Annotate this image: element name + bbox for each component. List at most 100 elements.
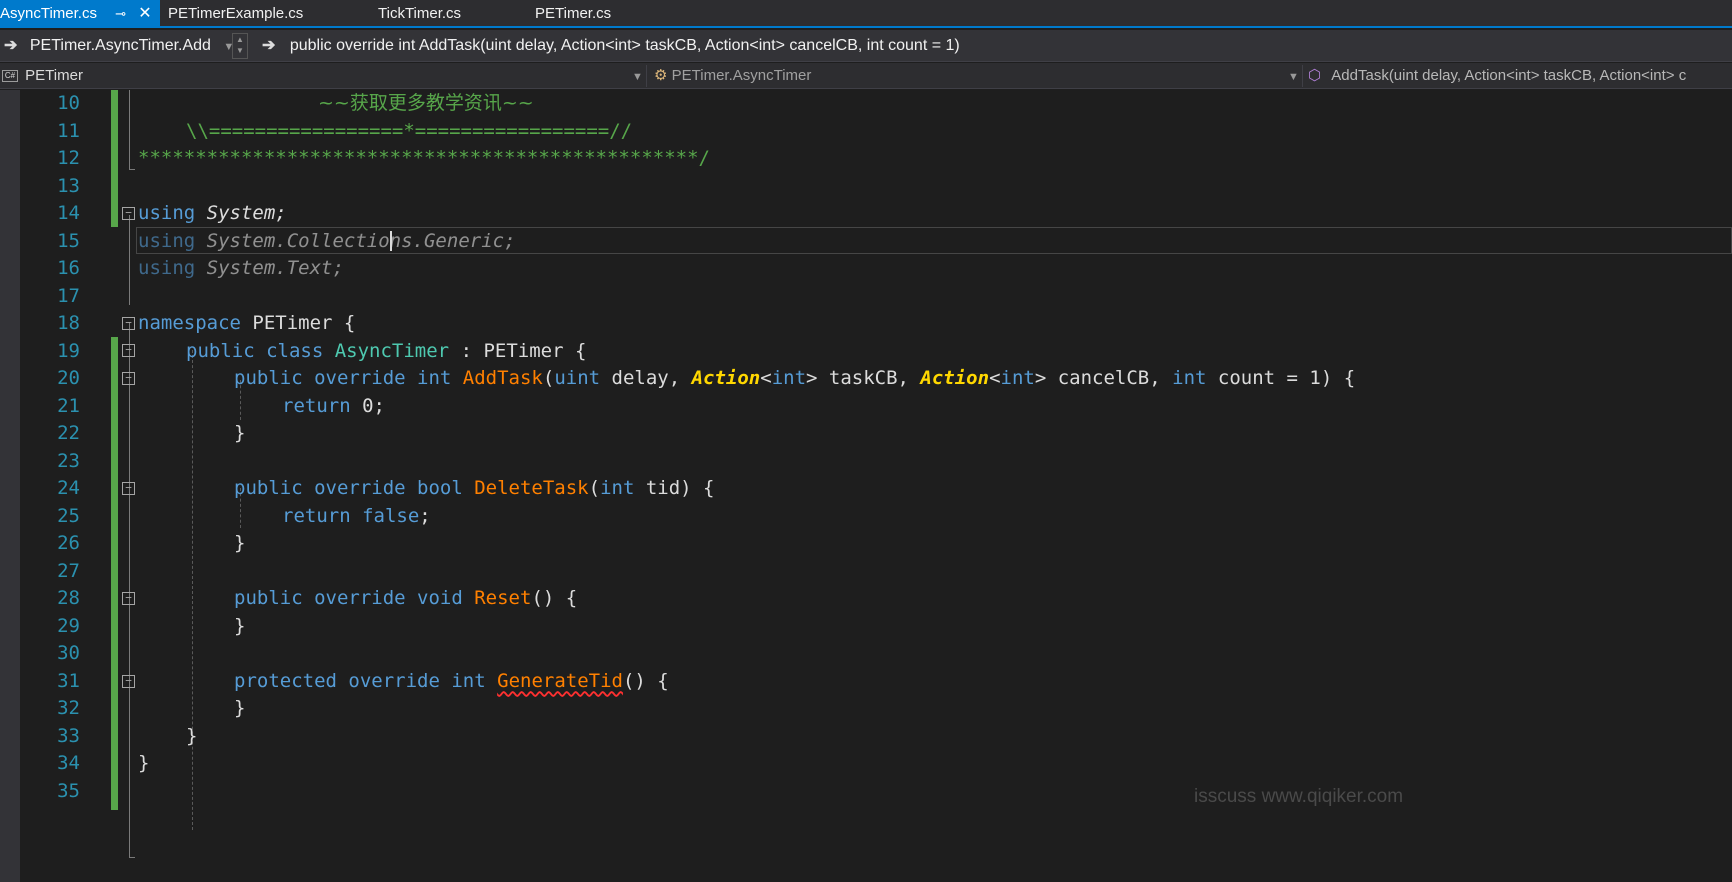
keyword: false <box>362 504 420 527</box>
pin-icon[interactable]: ⊸ <box>115 0 126 28</box>
tab-label: AsyncTimer.cs <box>0 5 97 22</box>
code-text: () { <box>622 669 669 692</box>
tab-asynctimer[interactable]: AsyncTimer.cs ⊸ ✕ <box>0 0 160 28</box>
close-icon[interactable]: ✕ <box>138 0 151 28</box>
comment-text: \\=================*=================// <box>186 119 633 142</box>
arrow-right-icon: ➔ <box>4 37 18 54</box>
line-number: 25 <box>57 504 80 527</box>
separator <box>646 65 647 87</box>
type-label: PETimer.AsyncTimer <box>671 67 812 84</box>
code-line: public class AsyncTimer : PETimer { <box>186 338 586 366</box>
code-text: } <box>234 422 246 444</box>
line-number: 11 <box>57 119 80 142</box>
tab-ticktimer[interactable]: TickTimer.cs <box>372 0 522 28</box>
code-text: } <box>138 752 150 774</box>
csharp-file-icon: C# <box>2 70 18 83</box>
code-text: ( <box>588 477 601 499</box>
chevron-down-icon[interactable]: ▼ <box>632 71 643 83</box>
type-dropdown[interactable]: ⚙ PETimer.AsyncTimer <box>654 63 811 89</box>
member-label: AddTask(uint delay, Action<int> taskCB, … <box>1331 67 1687 84</box>
code-text: } <box>234 532 246 554</box>
line-number: 15 <box>57 229 80 252</box>
code-line: \\=================*=================// <box>186 118 632 146</box>
line-number: 29 <box>57 614 80 637</box>
code-text: > taskCB, <box>806 367 921 389</box>
collapse-icon[interactable]: − <box>122 207 135 220</box>
up-down-scroll-icon[interactable]: ▲ ▼ <box>232 33 248 59</box>
collapse-icon[interactable]: − <box>122 482 135 495</box>
method-name: AddTask <box>462 367 543 389</box>
code-line: ****************************************… <box>138 145 710 173</box>
line-number: 28 <box>57 587 80 609</box>
comment-text: ~~获取更多教学资讯~~ <box>318 92 534 114</box>
member-dropdown[interactable]: ⬡ AddTask(uint delay, Action<int> taskCB… <box>1308 63 1686 89</box>
line-number: 10 <box>57 92 80 114</box>
line-number: 21 <box>57 394 80 417</box>
line-number: 31 <box>57 669 80 692</box>
document-tab-strip: AsyncTimer.cs ⊸ ✕ PETimerExample.cs Tick… <box>0 0 1732 28</box>
code-line: return false; <box>282 503 431 531</box>
code-text: > cancelCB, <box>1034 367 1173 389</box>
namespace-identifier: System; <box>206 202 287 224</box>
member-signature-dropdown[interactable]: ➔ public override int AddTask(uint delay… <box>262 30 960 62</box>
code-text: PETimer { <box>252 312 356 334</box>
chevron-down-icon[interactable]: ▼ <box>1288 71 1299 83</box>
code-line: } <box>234 530 245 558</box>
code-text: } <box>186 724 198 747</box>
member-scope-label: PETimer.AsyncTimer.Add <box>29 37 211 54</box>
tab-petimerexample[interactable]: PETimerExample.cs <box>162 0 362 28</box>
tab-petimer[interactable]: PETimer.cs <box>529 0 679 28</box>
keyword: using <box>138 257 196 279</box>
keyword: int <box>771 367 807 389</box>
code-text: count = 1) { <box>1206 367 1356 389</box>
line-number: 17 <box>57 284 80 307</box>
line-number: 20 <box>57 367 80 389</box>
separator <box>1302 65 1303 87</box>
code-text: < <box>989 367 1001 389</box>
outline-guide-end <box>129 169 135 170</box>
line-number: 27 <box>57 559 80 582</box>
code-text: tid) { <box>634 477 715 499</box>
code-text: : PETimer { <box>460 339 587 362</box>
code-line: using System.Collections.Generic; <box>138 228 516 256</box>
code-text: } <box>234 697 246 719</box>
line-number: 24 <box>57 477 80 499</box>
code-line: using System.Text; <box>138 255 344 283</box>
code-text: ; <box>419 504 431 527</box>
keyword: int <box>600 477 635 499</box>
line-number: 35 <box>57 779 80 802</box>
collapse-icon[interactable]: − <box>122 592 135 605</box>
comment-text: ****************************************… <box>138 147 710 169</box>
collapse-icon[interactable]: − <box>122 317 135 330</box>
code-line: public override bool DeleteTask(int tid)… <box>234 475 714 503</box>
watermark-text: isscuss www.qiqiker.com <box>1194 786 1404 807</box>
collapse-icon[interactable]: − <box>122 675 135 688</box>
collapse-icon[interactable]: − <box>122 344 135 357</box>
outline-guide <box>129 90 130 170</box>
code-text: delay, <box>600 367 692 389</box>
member-scope-dropdown[interactable]: ➔ PETimer.AsyncTimer.Add ▼ <box>4 30 234 62</box>
keyword: protected override int <box>234 669 486 692</box>
keyword: namespace <box>138 312 241 334</box>
keyword: return <box>282 504 351 527</box>
code-editor[interactable]: 10 11 12 13 14 15 16 17 18 19 20 21 22 2… <box>0 90 1732 882</box>
namespace-identifier: System.Text; <box>206 257 344 279</box>
code-line: } <box>234 613 245 641</box>
outline-guide-end <box>129 857 135 858</box>
line-number: 30 <box>57 642 80 664</box>
member-signature-label: public override int AddTask(uint delay, … <box>289 37 960 54</box>
keyword: using <box>138 202 196 224</box>
class-name: AsyncTimer <box>334 339 450 362</box>
collapse-icon[interactable]: − <box>122 372 135 385</box>
code-line: } <box>138 750 149 778</box>
line-number: 16 <box>57 257 80 279</box>
code-line: protected override int GenerateTid() { <box>234 668 669 696</box>
code-line: public override void Reset() { <box>234 585 577 613</box>
code-line: } <box>186 723 197 751</box>
line-number: 14 <box>57 202 80 224</box>
type-name: Action <box>920 367 990 389</box>
keyword: public override void <box>234 587 463 609</box>
line-number: 18 <box>57 312 80 334</box>
keyword: return <box>282 394 351 417</box>
project-dropdown[interactable]: C# PETimer <box>2 63 83 89</box>
